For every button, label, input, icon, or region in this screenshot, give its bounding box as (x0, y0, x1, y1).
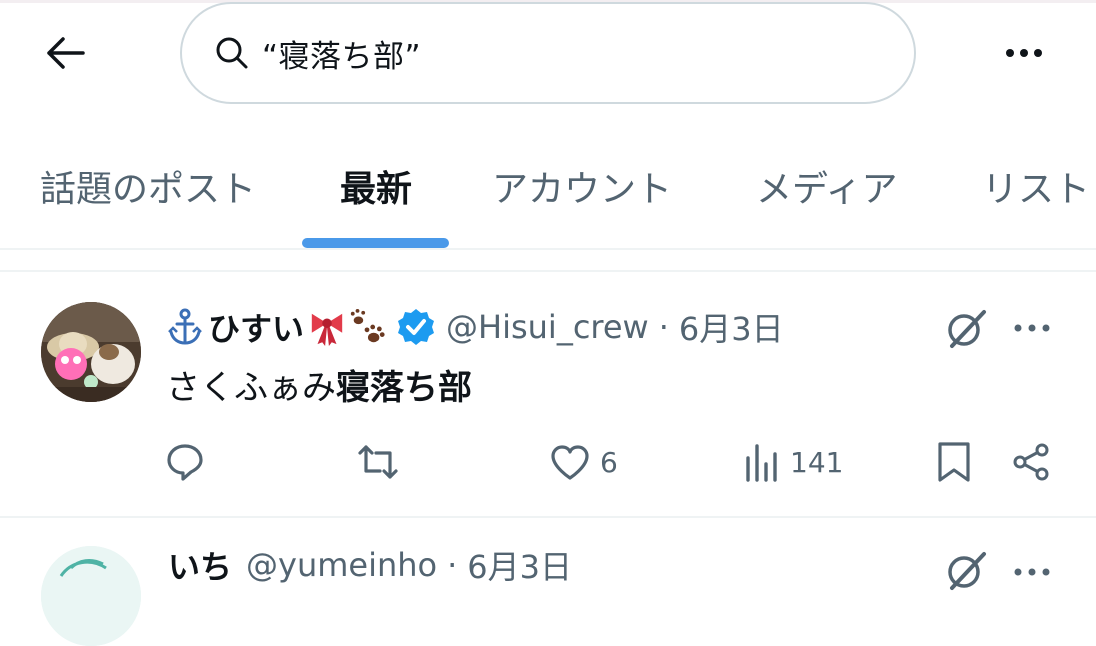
active-tab-indicator (302, 238, 449, 248)
post-text-plain: さくふぁみ (166, 368, 336, 408)
display-name[interactable]: いち (168, 542, 232, 588)
tab-lists[interactable]: リスト (982, 160, 1090, 212)
avatar-image (41, 546, 141, 646)
like-icon (551, 445, 589, 480)
display-name[interactable]: ひすい (208, 304, 304, 350)
tab-latest[interactable]: 最新 (340, 160, 412, 212)
tab-top[interactable]: 話題のポスト (40, 160, 256, 212)
back-button[interactable] (40, 30, 90, 76)
back-arrow-icon (47, 37, 85, 69)
repost-button[interactable] (356, 438, 400, 486)
post-more-button[interactable] (1004, 306, 1060, 350)
verified-badge-icon (398, 309, 435, 345)
post-date[interactable]: 6月3日 (467, 542, 572, 588)
reply-button[interactable] (164, 438, 206, 486)
post-header: いち @yumeinho · 6月3日 (166, 542, 572, 588)
search-query-text: “寝落ち部” (262, 38, 422, 75)
grok-icon (948, 310, 986, 348)
share-button[interactable] (1012, 438, 1052, 486)
avatar-image (41, 302, 141, 402)
user-handle[interactable]: @Hisui_crew (446, 308, 649, 346)
post-more-button[interactable] (1004, 550, 1060, 594)
search-input[interactable]: “寝落ち部” (180, 2, 916, 104)
paw-prints-emoji (348, 307, 386, 347)
separator-dot: · (658, 308, 669, 346)
search-tabs: 話題のポスト 最新 アカウント メディア リスト (0, 150, 1096, 250)
like-count: 6 (600, 445, 618, 479)
avatar[interactable] (41, 546, 141, 646)
more-icon (1006, 49, 1042, 57)
post-header: ひすい @Hisui_crew · 6月3日 (166, 304, 784, 350)
repost-icon (358, 445, 398, 479)
section-divider (0, 270, 1096, 272)
share-icon (1013, 443, 1049, 481)
tab-media[interactable]: メディア (756, 160, 897, 212)
grok-button[interactable] (942, 304, 990, 352)
grok-button[interactable] (942, 546, 990, 594)
separator-dot: · (447, 546, 458, 584)
more-icon (1014, 324, 1050, 332)
views-button[interactable]: 141 (744, 438, 843, 486)
post-text: さくふぁみ寝落ち部 (166, 360, 472, 409)
tabs-divider (0, 248, 1096, 250)
tab-accounts[interactable]: アカウント (492, 160, 672, 212)
grok-icon (948, 552, 986, 590)
post-divider (0, 516, 1096, 518)
post-date[interactable]: 6月3日 (679, 304, 784, 350)
post-text-highlight: 寝落ち部 (336, 368, 472, 408)
ribbon-emoji (308, 307, 346, 347)
views-icon (746, 444, 777, 482)
views-count: 141 (790, 445, 844, 479)
more-icon (1014, 568, 1050, 576)
reply-icon (167, 444, 203, 481)
bookmark-icon (938, 442, 970, 482)
anchor-emoji (166, 307, 204, 347)
more-options-button[interactable] (994, 28, 1054, 78)
search-icon (212, 33, 252, 73)
bookmark-button[interactable] (936, 438, 972, 486)
like-button[interactable]: 6 (550, 438, 618, 486)
user-handle[interactable]: @yumeinho (246, 546, 437, 584)
avatar[interactable] (41, 302, 141, 402)
